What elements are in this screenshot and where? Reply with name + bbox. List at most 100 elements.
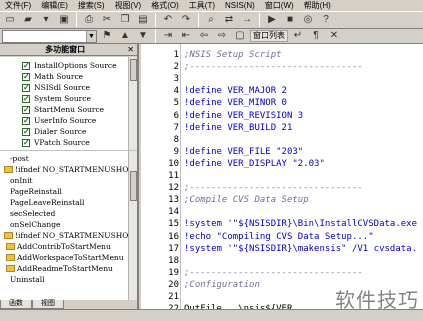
cut-icon[interactable]: ✂ [99, 13, 115, 28]
dropdown-arrow-icon[interactable]: ▾ [38, 13, 54, 28]
code-line[interactable]: 6 !define VER_REVISION 3 [141, 111, 423, 123]
function-tree-scrollbar[interactable] [128, 151, 137, 300]
code-line[interactable]: 7 !define VER_BUILD 21 [141, 123, 423, 135]
menu-item[interactable]: 文件(F) [0, 0, 36, 11]
window-icon[interactable]: ▢ [232, 29, 248, 44]
prev-icon[interactable]: ▲ [117, 29, 133, 44]
code-line[interactable]: 14 [141, 207, 423, 219]
function-tree-item[interactable]: Uninstall [2, 274, 137, 285]
options-icon[interactable]: ◎ [300, 13, 316, 28]
code-line[interactable]: 8 [141, 135, 423, 147]
window-list-button[interactable]: 窗口列表 [250, 30, 288, 42]
source-tree-item[interactable]: NSISdl Source [22, 82, 137, 93]
menu-item[interactable]: 视图(V) [110, 0, 147, 11]
panel-close-icon[interactable]: ✕ [127, 45, 134, 54]
function-tree-item[interactable]: -post [2, 153, 137, 164]
checkbox-icon[interactable] [22, 82, 30, 92]
function-tree-item[interactable]: !ifndef NO_STARTMENUSHORTCUTS [2, 230, 137, 241]
checkbox-icon[interactable] [22, 104, 30, 114]
paste-icon[interactable]: ▤ [135, 13, 151, 28]
scrollbar-thumb[interactable] [130, 59, 137, 81]
menu-item[interactable]: 帮助(H) [299, 0, 336, 11]
tab-functions[interactable]: 函数 [0, 300, 32, 309]
function-tree-item[interactable]: onInit [2, 175, 137, 186]
open-folder-icon[interactable]: ▰ [20, 13, 36, 28]
checkbox-icon[interactable] [22, 137, 30, 147]
bookmark-icon[interactable]: ⚑ [99, 29, 115, 44]
code-line[interactable]: 5 !define VER_MINOR 0 [141, 98, 423, 110]
function-tree-item[interactable]: PageLeaveReinstall [2, 197, 137, 208]
redo-icon[interactable]: ↷ [178, 13, 194, 28]
run-icon[interactable]: ■ [282, 13, 298, 28]
section-combo[interactable]: ▼ [2, 29, 97, 43]
code-line[interactable]: 11 [141, 171, 423, 183]
copy-icon[interactable]: ❐ [117, 13, 133, 28]
source-tree-item[interactable]: Dialer Source [22, 126, 137, 137]
checkbox-icon[interactable] [22, 71, 30, 81]
scrollbar-thumb[interactable] [130, 171, 137, 201]
source-tree-item[interactable]: System Source [22, 93, 137, 104]
menu-item[interactable]: 编辑(E) [36, 0, 73, 11]
word-wrap-icon[interactable]: ↵ [290, 29, 306, 44]
code-line[interactable]: 19 ;-------------------------------- [141, 268, 423, 280]
save-icon[interactable]: ▣ [56, 13, 72, 28]
source-tree-item[interactable]: UserInfo Source [22, 115, 137, 126]
source-tree-item[interactable]: Math Source [22, 71, 137, 82]
checkbox-icon[interactable] [22, 126, 30, 136]
code-line[interactable]: 9 !define VER_FILE "203" [141, 147, 423, 159]
checkbox-icon[interactable] [22, 60, 30, 70]
function-tree-item[interactable]: !ifndef NO_STARTMENUSHORTC [2, 164, 137, 175]
code-line[interactable]: 12 ;-------------------------------- [141, 183, 423, 195]
code-line[interactable]: 4 !define VER_MAJOR 2 [141, 86, 423, 98]
menu-item[interactable]: 窗口(W) [260, 0, 299, 11]
replace-icon[interactable]: ⇄ [221, 13, 237, 28]
menu-item[interactable]: 工具(T) [184, 0, 220, 11]
code-editor[interactable]: 1 ;NSIS Setup Script 2 ;-------------------… [141, 44, 423, 309]
function-tree-item[interactable]: PageReinstall [2, 186, 137, 197]
code-line[interactable]: 2 ;-------------------------------- [141, 62, 423, 74]
source-tree-scrollbar[interactable] [128, 57, 137, 150]
menu-item[interactable]: 格式(O) [146, 0, 184, 11]
code-line[interactable]: 17 !system '"${NSISDIR}\makensis" /V1 cvs… [141, 244, 423, 256]
line-number: 7 [173, 122, 179, 133]
source-tree-item[interactable]: StartMenu Source [22, 104, 137, 115]
forward-icon[interactable]: ⇨ [214, 29, 230, 44]
help-icon[interactable]: ? [318, 13, 334, 28]
function-tree-item[interactable]: AddReadmeToStartMenu [2, 263, 137, 274]
back-icon[interactable]: ⇦ [196, 29, 212, 44]
menu-item[interactable]: NSIS(N) [220, 0, 260, 11]
function-tree-item[interactable]: AddWorkspaceToStartMenu [2, 252, 137, 263]
print-icon[interactable]: ⎙ [81, 13, 97, 28]
checkbox-icon[interactable] [22, 93, 30, 103]
code-line[interactable]: 15 !system '"${NSISDIR}\Bin\InstallCVSDat… [141, 219, 423, 231]
checkbox-icon[interactable] [22, 115, 30, 125]
new-file-icon[interactable]: ▭ [2, 13, 18, 28]
code-line[interactable]: 16 !echo "Compiling CVS Data Setup..." [141, 232, 423, 244]
indent-icon[interactable]: ⇥ [160, 29, 176, 44]
source-tree-item[interactable]: VPatch Source [22, 137, 137, 148]
code-line[interactable]: 13 ;Compile CVS Data Setup [141, 195, 423, 207]
code-line[interactable]: 1 ;NSIS Setup Script [141, 50, 423, 62]
function-tree-item[interactable]: AddContribToStartMenu [2, 241, 137, 252]
function-tree-item[interactable]: secSelected [2, 208, 137, 219]
source-tree-item[interactable]: InstallOptions Source [22, 60, 137, 71]
function-tree-item[interactable]: onSelChange [2, 219, 137, 230]
menu-item[interactable]: 搜索(S) [73, 0, 110, 11]
code-line[interactable]: 10 !define VER_DISPLAY "2.03" [141, 159, 423, 171]
close-icon[interactable]: ✕ [326, 29, 342, 44]
function-tree-item-label: PageLeaveReinstall [10, 198, 85, 207]
outdent-icon[interactable]: ⇤ [178, 29, 194, 44]
compile-icon[interactable]: ▶ [264, 13, 280, 28]
function-tree-item-label: !ifndef NO_STARTMENUSHORTCUTS [15, 231, 137, 240]
code-line[interactable]: 18 [141, 256, 423, 268]
tab-view[interactable]: 视图 [32, 300, 64, 309]
line-number: 13 [168, 195, 179, 206]
chevron-down-icon[interactable]: ▼ [86, 30, 96, 42]
line-number: 19 [168, 267, 179, 278]
find-icon[interactable]: ⌕ [203, 13, 219, 28]
code-line[interactable]: 3 [141, 74, 423, 86]
goto-icon[interactable]: → [239, 13, 255, 28]
next-icon[interactable]: ▼ [135, 29, 151, 44]
undo-icon[interactable]: ↶ [160, 13, 176, 28]
pilcrow-icon[interactable]: ¶ [308, 29, 324, 44]
